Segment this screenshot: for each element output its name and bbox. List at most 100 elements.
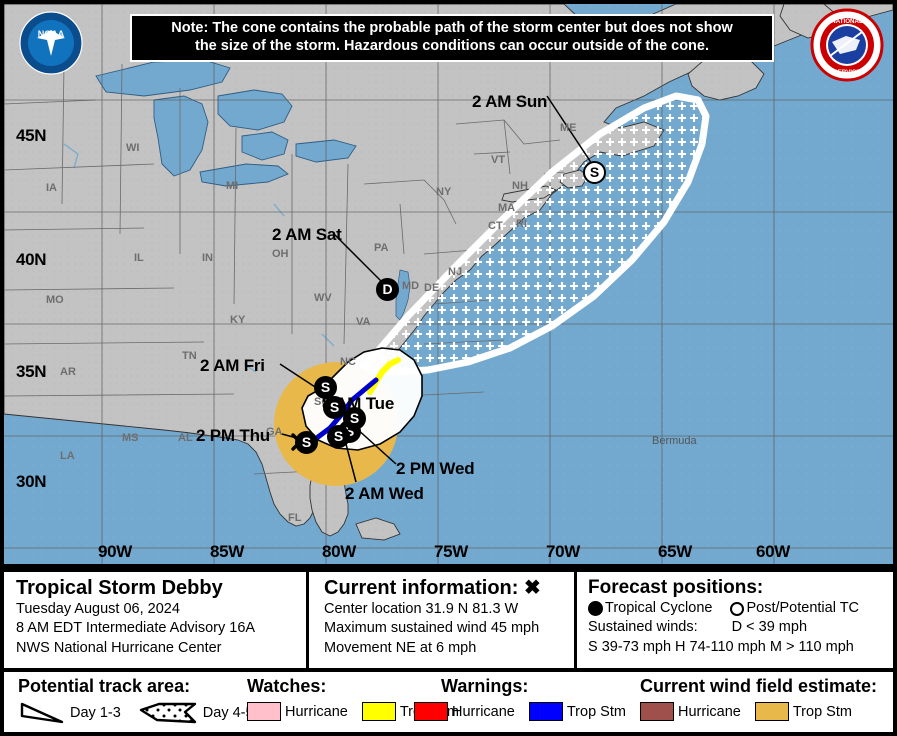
place-label-bermuda: Bermuda: [652, 435, 697, 447]
svg-text:NOAA: NOAA: [38, 29, 65, 39]
warnings-row: Hurricane Trop Stm: [414, 702, 640, 721]
wind-hurricane-swatch: [640, 702, 674, 721]
forecast-label-2am-sun: 2 AM Sun: [472, 92, 548, 111]
state-label-nj: NJ: [448, 266, 463, 278]
noaa-logo-svg: NOAA: [19, 11, 83, 75]
state-label-in: IN: [202, 252, 213, 264]
advisory-date: Tuesday August 06, 2024: [16, 601, 180, 618]
state-label-me: ME: [560, 122, 577, 134]
track-layer: [279, 95, 593, 483]
state-label-nc: NC: [340, 356, 356, 368]
watch-hurricane-swatch: [247, 702, 281, 721]
lon-label-85w: 85W: [210, 542, 245, 561]
svg-text:NATIONAL: NATIONAL: [831, 18, 863, 25]
state-label-al: AL: [178, 432, 193, 444]
forecast-positions-column: Forecast positions: Tropical Cyclone Pos…: [580, 572, 893, 668]
post-potential-tc-icon: [730, 601, 745, 616]
state-label-mo: MO: [46, 294, 64, 306]
lat-label-45n: 45N: [16, 126, 47, 145]
cone-disclaimer-note: Note: The cone contains the probable pat…: [130, 14, 774, 63]
state-label-ny: NY: [436, 186, 452, 198]
forecast-label-2am-wed: 2 AM Wed: [345, 484, 424, 503]
current-information-column: Current information: ✖ Center location 3…: [312, 572, 580, 668]
forecast-label-2pm-wed: 2 PM Wed: [396, 459, 475, 478]
day13-label: Day 1-3: [70, 705, 121, 721]
state-label-pa: PA: [374, 242, 389, 254]
state-label-ia: IA: [46, 182, 57, 194]
nhc-forecast-graphic: 45N 40N 35N 30N 90W 85W 80W 75W 70W 65W …: [0, 0, 897, 736]
nws-logo-svg: NATIONAL SERVICE: [810, 8, 884, 82]
forecast-label-2am-fri: 2 AM Fri: [200, 356, 265, 375]
wind-field-row: Hurricane Trop Stm: [640, 702, 866, 721]
wind-field-heading: Current wind field estimate:: [640, 676, 878, 696]
day45-cone-icon: [139, 702, 196, 724]
storm-identity-column: Tropical Storm Debby Tuesday August 06, …: [4, 572, 312, 668]
post-potential-tc-label: Post/Potential TC: [746, 600, 860, 617]
lon-label-75w: 75W: [434, 542, 469, 561]
forecast-positions-heading: Forecast positions:: [588, 577, 764, 598]
marker-2am-sun: S: [583, 161, 606, 184]
current-information-heading: Current information: ✖: [324, 577, 580, 600]
map-panel: 45N 40N 35N 30N 90W 85W 80W 75W 70W 65W …: [0, 0, 897, 568]
state-label-ma: MA: [498, 202, 516, 214]
legend-panel: Potential track area: Day 1-3 Day 4-5 Wa…: [0, 672, 897, 736]
noaa-logo: NOAA: [18, 10, 84, 81]
center-location: Center location 31.9 N 81.3 W: [324, 601, 519, 618]
warn-hurricane-swatch: [414, 702, 448, 721]
state-label-ar: AR: [60, 366, 76, 378]
lon-label-90w: 90W: [98, 542, 133, 561]
state-label-tn: TN: [182, 350, 197, 362]
lon-label-65w: 65W: [658, 542, 693, 561]
wind-tropstm-swatch: [754, 702, 789, 721]
max-sustained-wind: Maximum sustained wind 45 mph: [324, 620, 540, 637]
wind-tropstm-label: Trop Stm: [792, 703, 852, 720]
warn-tropstm-label: Trop Stm: [566, 703, 626, 720]
state-label-ct: CT: [488, 220, 503, 232]
state-label-fl: FL: [288, 512, 302, 524]
map-canvas: 45N 40N 35N 30N 90W 85W 80W 75W 70W 65W …: [4, 4, 893, 564]
warn-hurricane-label: Hurricane: [452, 703, 515, 720]
lat-label-35n: 35N: [16, 362, 47, 381]
state-label-de: DE: [424, 282, 440, 294]
lon-label-80w: 80W: [322, 542, 357, 561]
state-label-ms: MS: [122, 432, 139, 444]
state-label-mi: MI: [226, 180, 239, 192]
lat-label-40n: 40N: [16, 250, 47, 269]
state-label-wv: WV: [314, 292, 332, 304]
issuing-agency: NWS National Hurricane Center: [16, 639, 222, 656]
watch-tropstm-swatch: [361, 702, 396, 721]
warn-tropstm-swatch: [528, 702, 563, 721]
tropical-cyclone-label: Tropical Cyclone: [605, 600, 713, 617]
state-label-md: MD: [402, 280, 420, 292]
lon-label-70w: 70W: [546, 542, 581, 561]
forecast-label-2pm-thu: 2 PM Thu: [196, 426, 270, 445]
forecast-symbol-row: Tropical Cyclone Post/Potential TC: [588, 599, 893, 618]
nws-logo: NATIONAL SERVICE: [810, 8, 884, 87]
storm-info-panel: Tropical Storm Debby Tuesday August 06, …: [0, 568, 897, 672]
potential-track-row: Day 1-3 Day 4-5: [20, 702, 268, 724]
storm-name: Tropical Storm Debby: [16, 577, 223, 599]
marker-2pm-wed: S: [327, 425, 350, 448]
depression-scale: D < 39 mph: [731, 619, 808, 636]
day45-label: Day 4-5: [202, 705, 254, 721]
state-label-nh: NH: [512, 180, 528, 192]
marker-2pm-wed-b: S: [343, 407, 366, 430]
potential-track-heading: Potential track area:: [18, 676, 191, 696]
state-label-ri: RI: [516, 218, 527, 230]
state-label-wi: WI: [126, 142, 140, 154]
lat-label-30n: 30N: [16, 472, 47, 491]
current-information-label: Current information:: [324, 577, 519, 599]
current-position-x-icon: ✖: [524, 577, 541, 599]
sustained-winds-row: Sustained winds: D < 39 mph: [588, 618, 893, 637]
marker-2am-sat: D: [376, 278, 399, 301]
state-label-la: LA: [60, 450, 75, 462]
note-line-2: the size of the storm. Hazardous conditi…: [194, 37, 709, 54]
svg-text:SERVICE: SERVICE: [833, 69, 860, 76]
state-label-oh: OH: [272, 248, 289, 260]
watches-heading: Watches:: [247, 676, 327, 696]
tropical-cyclone-icon: [588, 601, 603, 617]
state-label-vt: VT: [491, 154, 506, 166]
sustained-winds-label: Sustained winds:: [588, 619, 698, 636]
lon-label-60w: 60W: [756, 542, 791, 561]
wind-hurricane-label: Hurricane: [678, 703, 741, 720]
